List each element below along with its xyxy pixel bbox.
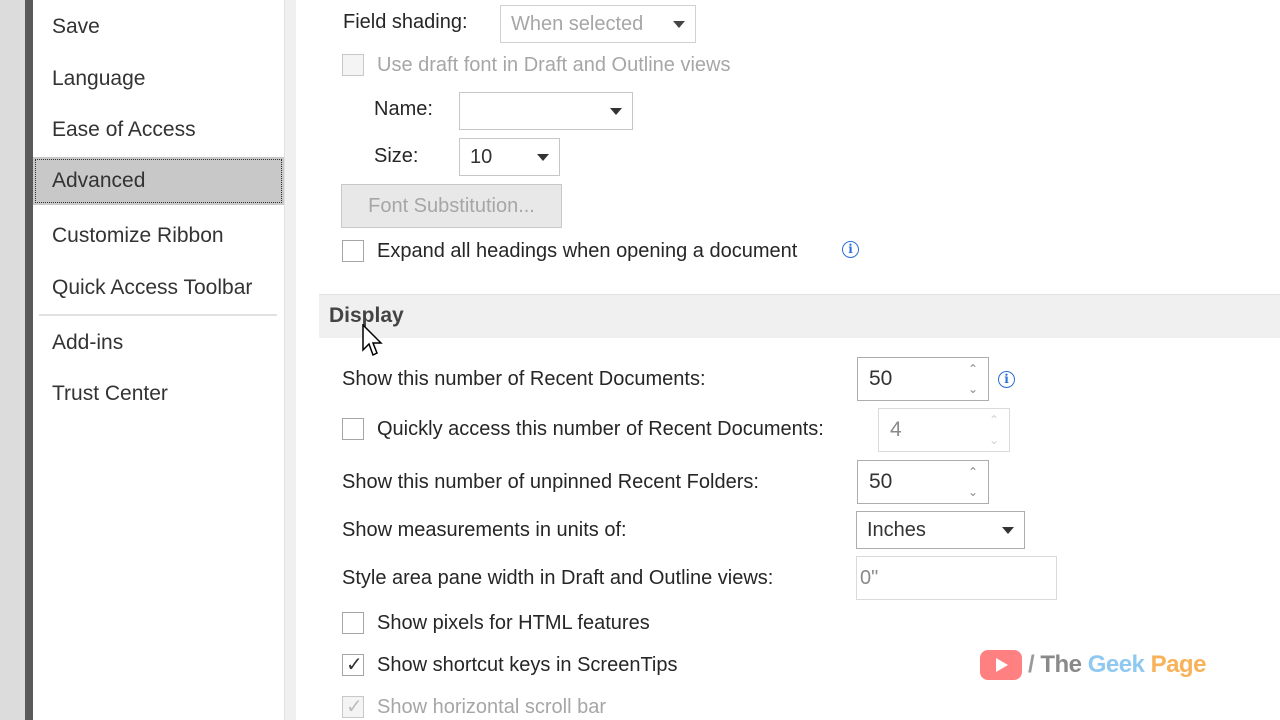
recent-documents-spinner[interactable]: 50 ⌃ ⌄ [857, 357, 989, 401]
spin-down-icon[interactable]: ⌄ [968, 486, 978, 498]
info-icon[interactable]: i [842, 241, 859, 258]
draft-font-label: Use draft font in Draft and Outline view… [377, 54, 731, 76]
dropdown-value: Inches [867, 519, 926, 541]
shortcut-keys-label: Show shortcut keys in ScreenTips [377, 654, 678, 676]
name-label: Name: [374, 98, 433, 120]
nav-item-label: Advanced [52, 169, 146, 192]
expand-headings-label: Expand all headings when opening a docum… [377, 240, 798, 262]
nav-item-label: Quick Access Toolbar [52, 276, 253, 299]
options-content: Field shading: When selected Use draft f… [297, 0, 1280, 720]
watermark-slash: / [1028, 651, 1035, 678]
show-pixels-label: Show pixels for HTML features [377, 612, 650, 634]
watermark: / The Geek Page [980, 648, 1206, 682]
show-pixels-checkbox[interactable] [342, 612, 364, 634]
quick-access-checkbox[interactable] [342, 418, 364, 440]
checkmark-icon: ✓ [346, 654, 363, 676]
watermark-the: The [1040, 651, 1082, 678]
window-border [25, 0, 33, 720]
measurement-units-label: Show measurements in units of: [342, 519, 627, 541]
watermark-page: Page [1150, 651, 1207, 678]
recent-documents-label: Show this number of Recent Documents: [342, 368, 706, 390]
shortcut-keys-checkbox[interactable]: ✓ [342, 654, 364, 676]
field-shading-dropdown[interactable]: When selected [500, 5, 696, 43]
nav-item-label: Language [52, 67, 146, 90]
nav-item-label: Save [52, 15, 100, 38]
window-left-edge [0, 0, 25, 720]
spinner-value: 4 [890, 418, 902, 441]
draft-font-name-dropdown[interactable] [459, 92, 633, 130]
horizontal-scroll-checkbox[interactable]: ✓ [342, 696, 364, 718]
quick-access-spinner[interactable]: 4 ⌃ ⌄ [878, 408, 1010, 452]
quick-access-label: Quickly access this number of Recent Doc… [377, 418, 824, 440]
nav-item-label: Customize Ribbon [52, 224, 224, 247]
display-section-header: Display [319, 294, 1280, 338]
input-value: 0" [860, 567, 879, 589]
nav-item-label: Trust Center [52, 382, 168, 405]
draft-font-size-dropdown[interactable]: 10 [459, 138, 560, 176]
chevron-down-icon [1002, 527, 1014, 534]
expand-headings-checkbox[interactable] [342, 240, 364, 262]
spin-up-icon[interactable]: ⌃ [968, 466, 978, 478]
spinner-value: 50 [869, 470, 893, 493]
style-area-input[interactable]: 0" [856, 556, 1057, 600]
nav-item-label: Ease of Access [52, 118, 196, 141]
nav-item-quick-access-toolbar[interactable]: Quick Access Toolbar [33, 264, 284, 312]
nav-separator [39, 314, 277, 316]
recent-folders-label: Show this number of unpinned Recent Fold… [342, 471, 759, 493]
spinner-value: 50 [869, 367, 893, 390]
nav-item-customize-ribbon[interactable]: Customize Ribbon [33, 212, 284, 260]
mouse-cursor-icon [362, 324, 383, 357]
checkmark-icon: ✓ [346, 696, 363, 718]
nav-item-add-ins[interactable]: Add-ins [33, 319, 284, 367]
measurement-units-dropdown[interactable]: Inches [856, 511, 1025, 549]
nav-item-label: Add-ins [52, 331, 124, 354]
dropdown-value: 10 [470, 146, 493, 168]
recent-folders-spinner[interactable]: 50 ⌃ ⌄ [857, 460, 989, 504]
watermark-geek: Geek [1087, 651, 1145, 678]
options-sidebar: Save Language Ease of Access Advanced Cu… [33, 0, 284, 720]
nav-item-trust-center[interactable]: Trust Center [33, 370, 284, 418]
chevron-down-icon [673, 21, 685, 28]
sidebar-divider [284, 0, 296, 720]
nav-item-advanced[interactable]: Advanced [33, 157, 284, 205]
style-area-label: Style area pane width in Draft and Outli… [342, 567, 774, 589]
nav-item-save[interactable]: Save [33, 3, 284, 51]
horizontal-scroll-label: Show horizontal scroll bar [377, 696, 606, 718]
youtube-icon [980, 650, 1022, 680]
font-substitution-button[interactable]: Font Substitution... [341, 184, 562, 228]
draft-font-checkbox[interactable] [342, 54, 364, 76]
spin-up-icon[interactable]: ⌃ [989, 414, 999, 426]
field-shading-label: Field shading: [343, 11, 468, 33]
spin-down-icon[interactable]: ⌄ [989, 434, 999, 446]
dropdown-value: When selected [511, 13, 644, 35]
nav-item-language[interactable]: Language [33, 55, 284, 103]
nav-item-ease-of-access[interactable]: Ease of Access [33, 106, 284, 154]
spin-up-icon[interactable]: ⌃ [968, 363, 978, 375]
info-icon[interactable]: i [998, 371, 1015, 388]
button-label: Font Substitution... [368, 195, 535, 217]
spin-down-icon[interactable]: ⌄ [968, 383, 978, 395]
size-label: Size: [374, 145, 419, 167]
chevron-down-icon [537, 154, 549, 161]
chevron-down-icon [610, 108, 622, 115]
